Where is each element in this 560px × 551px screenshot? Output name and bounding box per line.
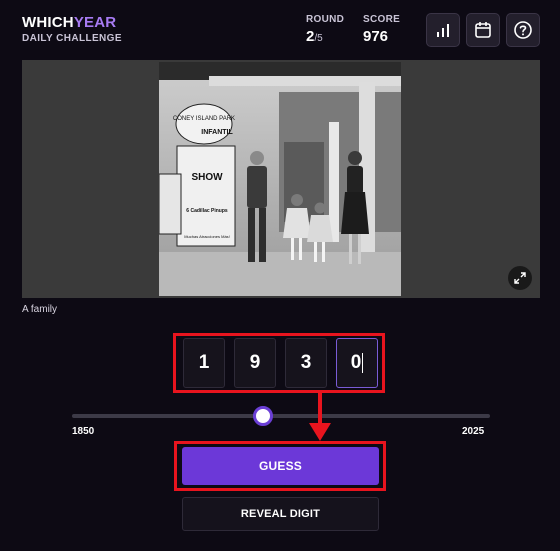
historical-photo: CONEY ISLAND PARK INFANTIL SHOW 6 Cadill… bbox=[159, 62, 401, 296]
sign-line-2: INFANTIL bbox=[201, 129, 233, 136]
year-digit-4-value: 0 bbox=[350, 352, 362, 373]
stats-button[interactable] bbox=[426, 13, 460, 47]
score-label: SCORE bbox=[363, 14, 401, 25]
year-slider-thumb[interactable] bbox=[253, 406, 274, 426]
which-year-game: WHICHYEAR DAILY CHALLENGE ROUND 2/5 SCOR… bbox=[0, 0, 560, 551]
help-icon bbox=[514, 21, 532, 39]
slider-min-label: 1850 bbox=[72, 426, 95, 437]
reveal-digit-button[interactable]: REVEAL DIGIT bbox=[182, 497, 379, 531]
expand-icon bbox=[514, 272, 526, 284]
slider-max-label: 2025 bbox=[462, 426, 485, 437]
calendar-button[interactable] bbox=[466, 13, 500, 47]
score-value: 976 bbox=[363, 28, 389, 45]
logo-title: WHICHYEAR bbox=[22, 14, 122, 32]
stats-icon bbox=[437, 24, 449, 37]
year-digit-2[interactable]: 9 bbox=[234, 338, 276, 388]
photo-frame: CONEY ISLAND PARK INFANTIL SHOW 6 Cadill… bbox=[22, 60, 540, 298]
logo-year: YEAR bbox=[73, 14, 117, 31]
expand-photo-button[interactable] bbox=[508, 266, 532, 290]
round-stat: ROUND 2/5 bbox=[306, 14, 344, 45]
sign-line-5: Muchas Atracciones Más! bbox=[184, 234, 230, 239]
guess-button[interactable]: GUESS bbox=[182, 447, 379, 485]
sign-line-1: CONEY ISLAND PARK bbox=[173, 116, 235, 122]
calendar-icon bbox=[475, 22, 491, 38]
round-value: 2/5 bbox=[306, 28, 344, 45]
help-button[interactable] bbox=[506, 13, 540, 47]
logo: WHICHYEAR DAILY CHALLENGE bbox=[22, 14, 122, 44]
text-caret bbox=[362, 353, 364, 373]
year-digit-3[interactable]: 3 bbox=[285, 338, 327, 388]
logo-subtitle: DAILY CHALLENGE bbox=[22, 33, 122, 44]
sign-line-3: SHOW bbox=[191, 172, 223, 183]
annotation-arrow bbox=[309, 393, 331, 441]
year-digit-1[interactable]: 1 bbox=[183, 338, 225, 388]
round-label: ROUND bbox=[306, 14, 345, 25]
logo-which: WHICH bbox=[22, 14, 74, 31]
sign-line-4: 6 Cadillac Pinups bbox=[186, 208, 228, 214]
round-total: /5 bbox=[314, 33, 323, 44]
score-stat: SCORE 976 bbox=[363, 14, 400, 45]
year-digit-4[interactable]: 0 bbox=[336, 338, 378, 388]
year-slider-track[interactable] bbox=[72, 414, 490, 418]
photo-caption: A family bbox=[22, 304, 58, 315]
